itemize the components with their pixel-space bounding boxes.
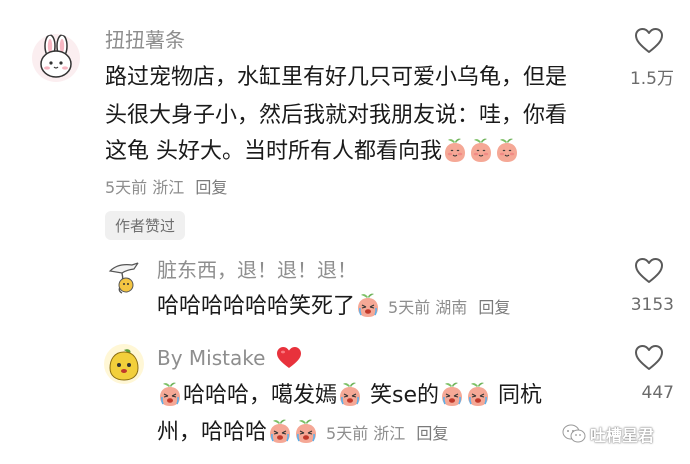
comment-location: 湖南	[435, 298, 468, 317]
comment-text-line: 路过宠物店，水缸里有好几只可爱小乌龟，但是	[105, 65, 568, 90]
comment-location: 浙江	[152, 178, 185, 197]
comment-text-line: 这龟 头好大。当时所有人都看向我	[105, 133, 520, 171]
crying-face-emoji	[356, 292, 380, 318]
crying-face-emoji	[440, 381, 464, 407]
avatar[interactable]	[32, 34, 80, 82]
comment-text: 笑se的	[370, 383, 440, 408]
heart-outline-icon[interactable]	[634, 257, 664, 284]
comment-text: 同杭	[498, 383, 543, 408]
comment-username[interactable]: By Mistake	[157, 346, 302, 370]
wechat-icon	[562, 424, 586, 443]
like-count: 1.5万	[629, 69, 674, 89]
comment-meta: 5天前 湖南 回复	[388, 298, 510, 317]
peach-face-emoji	[469, 137, 493, 163]
reply-button[interactable]: 回复	[478, 298, 510, 317]
heart-outline-icon[interactable]	[634, 27, 664, 54]
crying-face-emoji	[466, 381, 490, 407]
reply-button[interactable]: 回复	[195, 178, 227, 197]
crying-face-emoji	[294, 418, 318, 444]
comment-text-line: 哈哈哈，噶发嫣 笑se的 同杭	[157, 377, 542, 415]
comment-meta: 5天前 浙江 回复	[326, 424, 448, 443]
crying-face-emoji	[268, 418, 292, 444]
comment-username[interactable]: 扭扭薯条	[105, 28, 185, 52]
heart-outline-icon[interactable]	[634, 344, 664, 371]
comment-text-line: 州，哈哈哈 5天前 浙江 回复	[157, 414, 448, 453]
comment-username[interactable]: 脏东西，退！退！退！	[157, 258, 357, 282]
avatar[interactable]	[104, 257, 144, 297]
comment-text: 哈哈哈，噶发嫣	[183, 383, 338, 408]
peach-face-emoji	[443, 137, 467, 163]
comment-text: 这龟 头好大。当时所有人都看向我	[105, 139, 442, 164]
comment-text-line: 头很大身子小，然后我就对我朋友说：哇，你看	[105, 103, 568, 128]
author-liked-badge: 作者赞过	[105, 211, 186, 240]
peach-face-emoji	[495, 137, 519, 163]
crying-face-emoji	[338, 381, 362, 407]
comment-time: 5天前	[326, 424, 369, 443]
like-count: 447	[641, 383, 674, 403]
like-count: 3153	[630, 295, 674, 315]
crying-face-emoji	[158, 381, 182, 407]
watermark: 吐槽星君	[562, 422, 654, 446]
comment-text: 州，哈哈哈	[157, 420, 268, 445]
comment-location: 浙江	[373, 424, 406, 443]
red-heart-emoji	[276, 347, 301, 368]
avatar[interactable]	[104, 344, 144, 384]
reply-button[interactable]: 回复	[416, 424, 448, 443]
comment-text: 哈哈哈哈哈哈笑死了	[157, 294, 356, 319]
comment-meta: 5天前 浙江 回复	[105, 174, 227, 198]
comment-time: 5天前	[105, 178, 148, 197]
username-text: By Mistake	[157, 346, 266, 370]
watermark-text: 吐槽星君	[590, 426, 655, 445]
comment-time: 5天前	[388, 298, 431, 317]
comment-text-line: 哈哈哈哈哈哈笑死了 5天前 湖南 回复	[157, 288, 510, 327]
